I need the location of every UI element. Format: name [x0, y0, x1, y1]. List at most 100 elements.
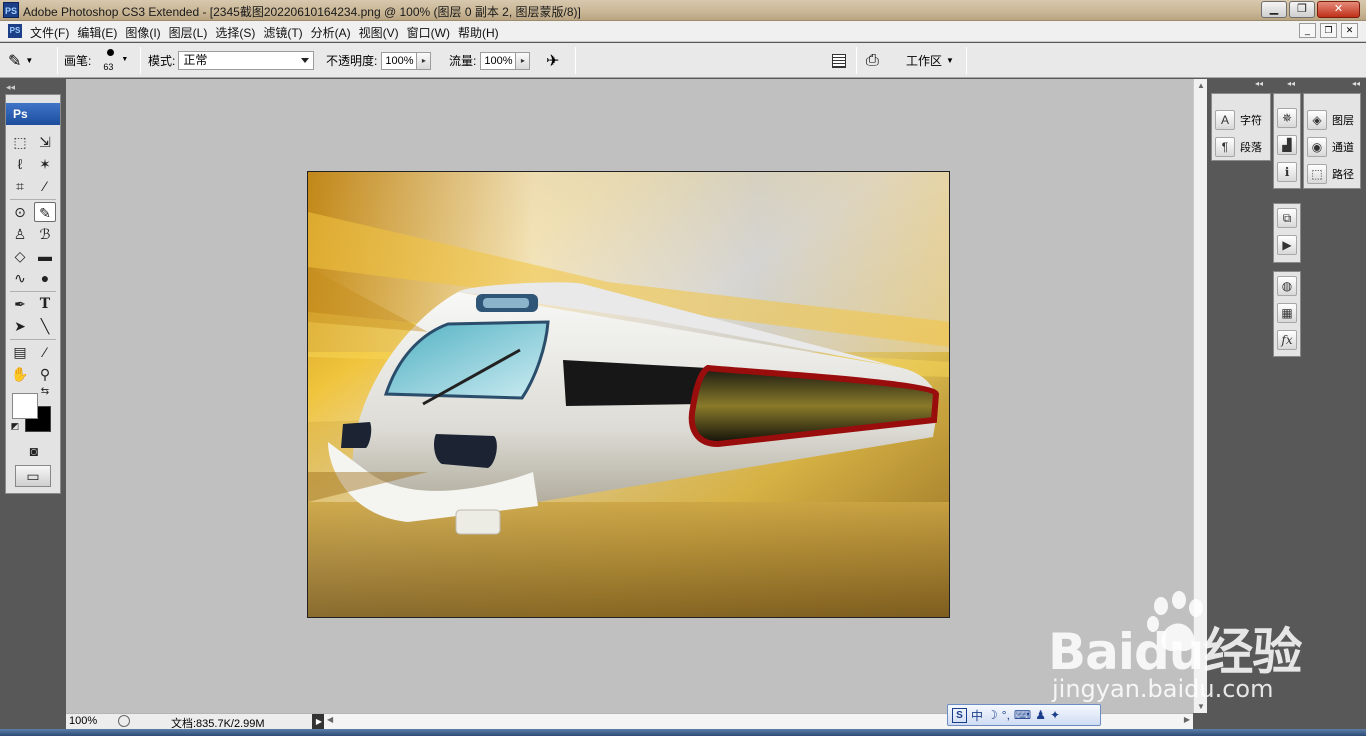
opacity-input[interactable]: 100%: [381, 51, 418, 70]
minimize-button[interactable]: ▁: [1261, 1, 1287, 18]
user-icon[interactable]: ♟: [1035, 708, 1046, 722]
healing-brush-tool-icon[interactable]: ⊙: [9, 202, 31, 222]
opacity-slider-button[interactable]: ▸: [417, 51, 432, 70]
menu-help[interactable]: 帮助(H): [457, 24, 506, 41]
quick-mask-icon[interactable]: ◙: [22, 441, 46, 461]
panel-character[interactable]: A 字符: [1215, 108, 1262, 132]
navigator-icon[interactable]: ✵: [1277, 108, 1297, 128]
menu-view[interactable]: 视图(V): [358, 24, 406, 41]
doc-close-button[interactable]: ✕: [1341, 23, 1358, 38]
panel-character-label: 字符: [1240, 115, 1262, 127]
flow-input[interactable]: 100%: [480, 51, 517, 70]
punctuation-icon[interactable]: °,: [1002, 708, 1010, 722]
scroll-left-icon[interactable]: ◀: [327, 715, 333, 724]
watermark-url: jingyan.baidu.com: [1052, 675, 1274, 703]
status-indicator-icon[interactable]: [118, 715, 130, 727]
screen-mode-icon[interactable]: ▭: [15, 465, 51, 487]
moon-icon[interactable]: ☽: [987, 708, 998, 722]
chevron-down-icon: [301, 58, 310, 63]
crop-tool-icon[interactable]: ⌗: [9, 176, 31, 196]
menu-bar: PS 文件(F) 编辑(E) 图像(I) 图层(L) 选择(S) 滤镜(T) 分…: [0, 21, 1366, 42]
document-icon[interactable]: PS: [8, 24, 22, 38]
menu-file[interactable]: 文件(F): [29, 24, 76, 41]
collapse-toolbox-icon[interactable]: ◂◂: [6, 82, 15, 93]
collapse-panels-icon[interactable]: ◂◂: [1255, 79, 1263, 93]
zoom-tool-icon[interactable]: ⚲: [34, 364, 56, 384]
history-icon[interactable]: ⧉: [1277, 208, 1297, 228]
paths-icon: ⬚: [1307, 164, 1327, 184]
panel-layers[interactable]: ◈ 图层: [1307, 108, 1354, 132]
histogram-icon[interactable]: ▟: [1277, 135, 1297, 155]
dodge-tool-icon[interactable]: ●: [34, 268, 56, 288]
brush-tool-icon: ✎: [8, 52, 22, 70]
panel-layers-label: 图层: [1332, 115, 1354, 127]
default-colors-icon[interactable]: ◩: [8, 419, 22, 433]
panel-paths[interactable]: ⬚ 路径: [1307, 162, 1354, 186]
restore-button[interactable]: ❐: [1289, 1, 1315, 18]
ime-language[interactable]: 中: [971, 707, 983, 724]
clone-stamp-tool-icon[interactable]: ♙: [9, 224, 31, 244]
mode-select[interactable]: 正常: [178, 51, 315, 70]
scroll-right-icon[interactable]: ▶: [1184, 715, 1190, 724]
menu-filter[interactable]: 滤镜(T): [262, 24, 309, 41]
brush-tool-icon[interactable]: ✎: [34, 202, 56, 222]
panel-paragraph[interactable]: ¶ 段落: [1215, 135, 1262, 159]
blur-tool-icon[interactable]: ∿: [9, 268, 31, 288]
brush-picker[interactable]: 63 ▼: [101, 46, 129, 76]
swap-colors-icon[interactable]: ⇆: [38, 385, 52, 399]
doc-restore-button[interactable]: ❐: [1320, 23, 1337, 38]
scroll-down-icon[interactable]: ▼: [1197, 702, 1205, 711]
foreground-color-swatch[interactable]: [12, 393, 38, 419]
flow-slider-button[interactable]: ▸: [516, 51, 531, 70]
wrench-icon[interactable]: ✦: [1050, 708, 1060, 722]
history-brush-tool-icon[interactable]: ℬ: [34, 224, 56, 244]
brush-size: 63: [103, 61, 114, 72]
window-title: Adobe Photoshop CS3 Extended - [2345截图20…: [23, 5, 581, 19]
tool-preset-picker[interactable]: ✎ ▼: [8, 43, 33, 78]
color-icon[interactable]: ◍: [1277, 276, 1297, 296]
menu-image[interactable]: 图像(I): [124, 24, 167, 41]
info-icon[interactable]: ℹ: [1277, 162, 1297, 182]
menu-select[interactable]: 选择(S): [214, 24, 262, 41]
chevron-down-icon: ▼: [121, 55, 129, 63]
actions-icon[interactable]: ▶: [1277, 235, 1297, 255]
hand-tool-icon[interactable]: ✋: [9, 364, 31, 384]
brush-label: 画笔:: [64, 54, 92, 68]
menu-edit[interactable]: 编辑(E): [76, 24, 124, 41]
zoom-level[interactable]: 100%: [69, 715, 97, 727]
notes-tool-icon[interactable]: ▤: [9, 342, 31, 362]
doc-minimize-button[interactable]: _: [1299, 23, 1316, 38]
bridge-button[interactable]: ⎙: [866, 43, 879, 78]
collapse-panels-icon[interactable]: ◂◂: [1352, 79, 1360, 93]
eyedropper-tool-icon[interactable]: ⁄: [34, 342, 56, 362]
panel-group-layers: ◈ 图层 ◉ 通道 ⬚ 路径: [1303, 93, 1361, 189]
pen-tool-icon[interactable]: ✒: [9, 294, 31, 314]
collapse-panels-icon[interactable]: ◂◂: [1287, 79, 1295, 93]
marquee-tool-icon[interactable]: ⬚: [9, 132, 31, 152]
styles-icon[interactable]: fx: [1277, 330, 1297, 350]
eraser-tool-icon[interactable]: ◇: [9, 246, 31, 266]
slice-tool-icon[interactable]: ⁄: [34, 176, 56, 196]
menu-analysis[interactable]: 分析(A): [310, 24, 358, 41]
airbrush-toggle[interactable]: ✈: [546, 43, 559, 78]
watermark-brand-left: Bai: [1048, 623, 1135, 681]
menu-window[interactable]: 窗口(W): [406, 24, 457, 41]
magic-wand-tool-icon[interactable]: ✶: [34, 154, 56, 174]
line-tool-icon[interactable]: ╲: [34, 316, 56, 336]
brush-tip-icon: [107, 48, 115, 56]
workspace-menu[interactable]: 工作区 ▼: [906, 43, 954, 78]
gradient-tool-icon[interactable]: ▬: [34, 246, 56, 266]
panel-channels[interactable]: ◉ 通道: [1307, 135, 1354, 159]
lasso-tool-icon[interactable]: ℓ: [9, 154, 31, 174]
type-tool-icon[interactable]: T: [34, 294, 56, 314]
keyboard-icon[interactable]: ⌨: [1014, 708, 1031, 722]
move-tool-icon[interactable]: ⇲: [34, 132, 56, 152]
path-selection-tool-icon[interactable]: ➤: [9, 316, 31, 336]
image-canvas[interactable]: [307, 171, 950, 618]
palette-well-button[interactable]: [832, 43, 846, 78]
close-button[interactable]: ✕: [1317, 1, 1360, 18]
scroll-up-icon[interactable]: ▲: [1197, 81, 1205, 90]
swatches-icon[interactable]: ▦: [1277, 303, 1297, 323]
ime-logo-icon[interactable]: S: [952, 707, 967, 723]
menu-layer[interactable]: 图层(L): [168, 24, 215, 41]
